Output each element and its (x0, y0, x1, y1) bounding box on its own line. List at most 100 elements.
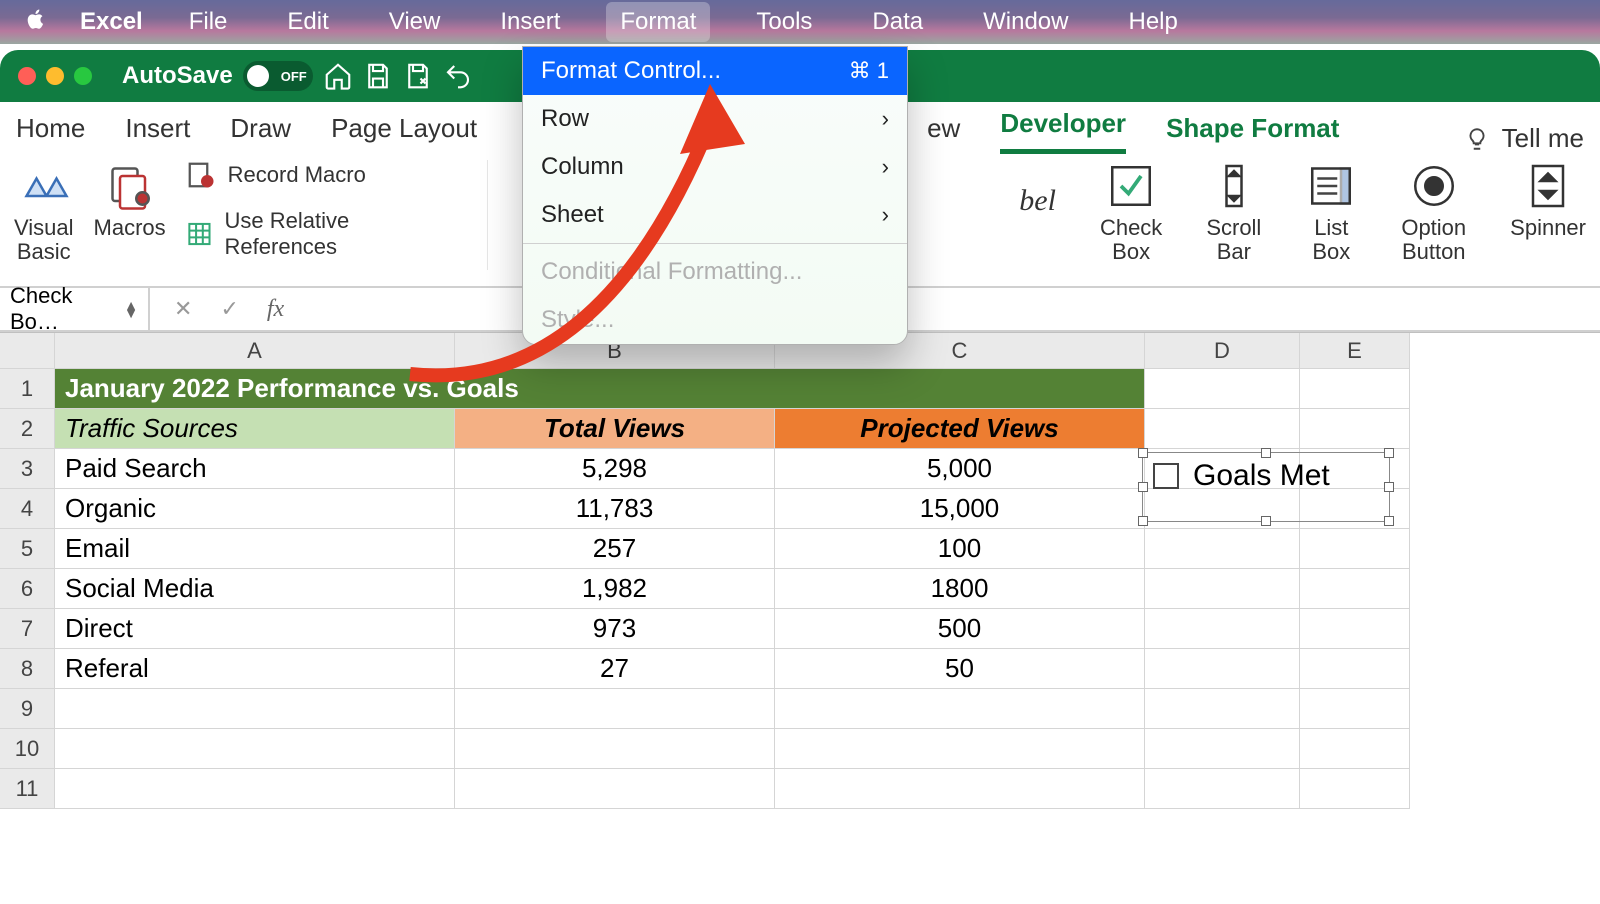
tell-me[interactable]: Tell me (1464, 123, 1584, 154)
col-head[interactable]: A (55, 333, 455, 369)
cell[interactable]: 11,783 (455, 489, 775, 529)
close-icon[interactable] (18, 67, 36, 85)
cell[interactable]: 50 (775, 649, 1145, 689)
resize-handle[interactable] (1138, 448, 1148, 458)
tab-draw[interactable]: Draw (230, 103, 291, 154)
cell[interactable] (775, 769, 1145, 809)
cell[interactable]: 500 (775, 609, 1145, 649)
use-relative-refs-button[interactable]: Use Relative References (186, 208, 443, 260)
row-head[interactable]: 2 (0, 409, 55, 449)
spreadsheet[interactable]: ABCDE1January 2022 Performance vs. Goals… (0, 332, 1600, 809)
accept-formula-icon[interactable]: ✓ (220, 296, 238, 322)
cell[interactable] (55, 769, 455, 809)
col-head[interactable]: E (1300, 333, 1410, 369)
tab-page-layout[interactable]: Page Layout (331, 103, 477, 154)
menu-item[interactable]: Format Control...⌘ 1 (523, 47, 907, 95)
header-c[interactable]: Projected Views (775, 409, 1145, 449)
resize-handle[interactable] (1138, 482, 1148, 492)
zoom-icon[interactable] (74, 67, 92, 85)
resize-handle[interactable] (1138, 516, 1148, 526)
cell[interactable]: 5,000 (775, 449, 1145, 489)
checkbox-button[interactable]: Check Box (1100, 160, 1162, 264)
formula-input[interactable] (308, 288, 1600, 330)
option-button[interactable]: Option Button (1401, 160, 1466, 264)
tab-home[interactable]: Home (16, 103, 85, 154)
cell[interactable] (775, 729, 1145, 769)
col-head[interactable]: D (1145, 333, 1300, 369)
save-icon[interactable] (363, 61, 393, 91)
cell[interactable] (1145, 769, 1300, 809)
autosave-toggle[interactable]: AutoSave OFF (122, 61, 313, 91)
menubar-file[interactable]: File (175, 2, 242, 42)
save-as-icon[interactable] (403, 61, 433, 91)
header-a[interactable]: Traffic Sources (55, 409, 455, 449)
resize-handle[interactable] (1261, 448, 1271, 458)
cell[interactable]: Paid Search (55, 449, 455, 489)
row-head[interactable]: 3 (0, 449, 55, 489)
resize-handle[interactable] (1384, 448, 1394, 458)
tab-partial[interactable]: ew (927, 103, 960, 154)
menubar-tools[interactable]: Tools (742, 2, 826, 42)
resize-handle[interactable] (1384, 482, 1394, 492)
row-head[interactable]: 4 (0, 489, 55, 529)
row-head[interactable]: 1 (0, 369, 55, 409)
macros-button[interactable]: Macros (94, 160, 166, 240)
cell[interactable] (1300, 769, 1410, 809)
spinner-button[interactable]: Spinner (1510, 160, 1586, 240)
cell[interactable]: Direct (55, 609, 455, 649)
row-head[interactable]: 11 (0, 769, 55, 809)
menu-item[interactable]: Column› (523, 143, 907, 191)
cell[interactable] (455, 729, 775, 769)
autosave-switch[interactable]: OFF (243, 61, 313, 91)
cell[interactable] (55, 729, 455, 769)
undo-icon[interactable] (443, 61, 473, 91)
row-head[interactable]: 8 (0, 649, 55, 689)
apple-icon[interactable] (24, 7, 48, 38)
resize-handle[interactable] (1384, 516, 1394, 526)
cell[interactable] (1145, 689, 1300, 729)
tab-developer[interactable]: Developer (1000, 98, 1126, 154)
menubar-format[interactable]: Format (606, 2, 710, 42)
scrollbar-button[interactable]: Scroll Bar (1206, 160, 1261, 264)
checkbox-box-icon[interactable] (1153, 463, 1179, 489)
listbox-button[interactable]: List Box (1305, 160, 1357, 264)
name-box[interactable]: Check Bo… ▲▼ (0, 288, 150, 330)
row-head[interactable]: 6 (0, 569, 55, 609)
cell[interactable]: 973 (455, 609, 775, 649)
menubar-insert[interactable]: Insert (486, 2, 574, 42)
home-icon[interactable] (323, 61, 353, 91)
cell[interactable] (1300, 689, 1410, 729)
resize-handle[interactable] (1261, 516, 1271, 526)
cell[interactable]: Email (55, 529, 455, 569)
menubar-window[interactable]: Window (969, 2, 1082, 42)
tab-shape-format[interactable]: Shape Format (1166, 103, 1339, 154)
cell[interactable] (1300, 729, 1410, 769)
checkbox-form-control[interactable]: Goals Met (1142, 452, 1390, 522)
cell[interactable]: 27 (455, 649, 775, 689)
cell[interactable] (455, 769, 775, 809)
cell[interactable]: 1,982 (455, 569, 775, 609)
cell[interactable]: Social Media (55, 569, 455, 609)
cell[interactable]: 257 (455, 529, 775, 569)
sheet-title[interactable]: January 2022 Performance vs. Goals (55, 369, 1145, 409)
cell[interactable] (55, 689, 455, 729)
row-head[interactable]: 7 (0, 609, 55, 649)
cell[interactable] (455, 689, 775, 729)
menu-item[interactable]: Row› (523, 95, 907, 143)
visual-basic-button[interactable]: Visual Basic (14, 160, 74, 264)
fx-icon[interactable]: fx (267, 296, 284, 323)
cell[interactable] (775, 689, 1145, 729)
menubar-help[interactable]: Help (1114, 2, 1191, 42)
tab-insert[interactable]: Insert (125, 103, 190, 154)
menubar-data[interactable]: Data (858, 2, 937, 42)
cell[interactable]: 15,000 (775, 489, 1145, 529)
menubar-edit[interactable]: Edit (273, 2, 342, 42)
cell[interactable]: 1800 (775, 569, 1145, 609)
cell[interactable]: Referal (55, 649, 455, 689)
cell[interactable]: Organic (55, 489, 455, 529)
menu-item[interactable]: Sheet› (523, 191, 907, 239)
cancel-formula-icon[interactable]: ✕ (174, 296, 192, 322)
row-head[interactable]: 5 (0, 529, 55, 569)
stepper-icon[interactable]: ▲▼ (124, 301, 138, 318)
record-macro-button[interactable]: Record Macro (186, 160, 443, 190)
